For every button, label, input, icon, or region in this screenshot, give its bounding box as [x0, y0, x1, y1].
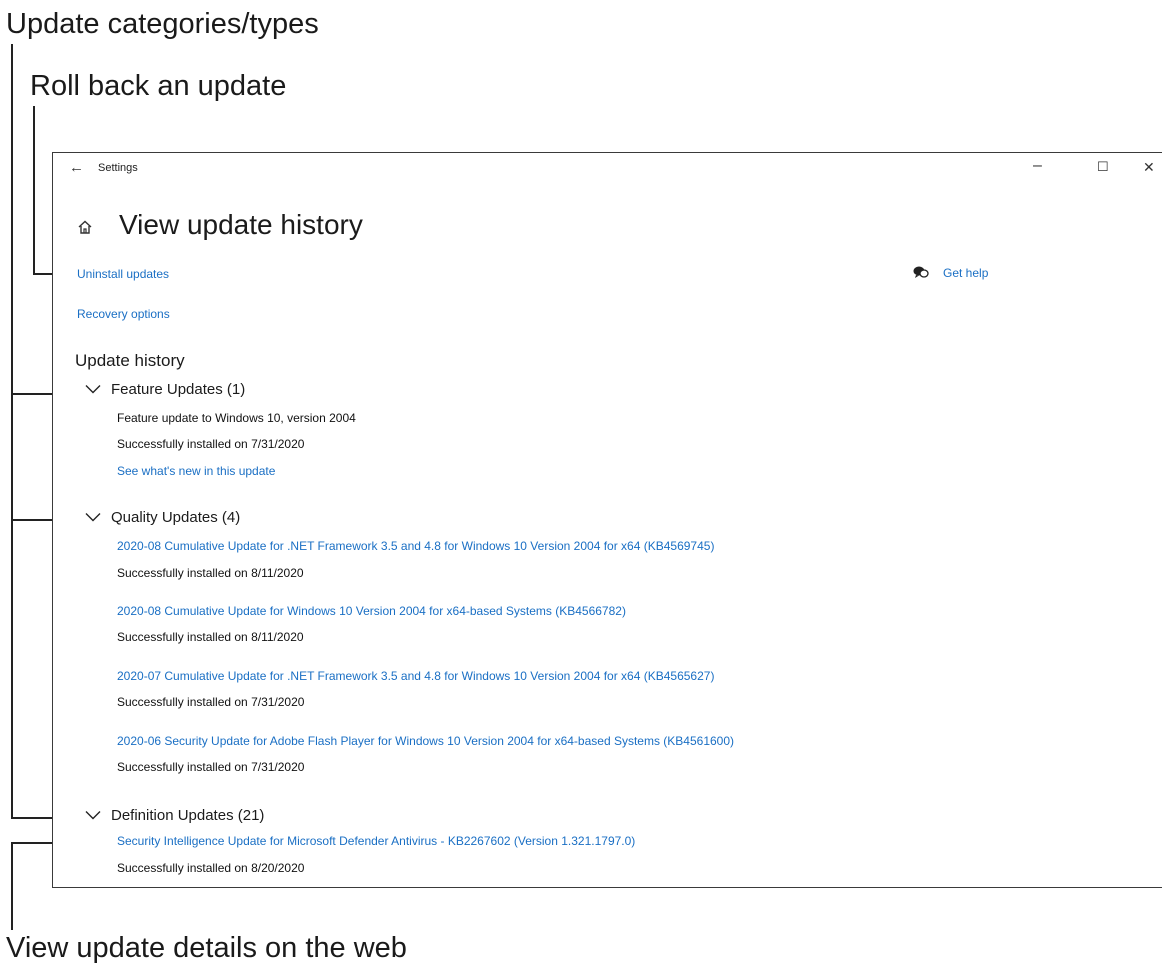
- window-title: Settings: [98, 162, 138, 174]
- quality-update-status: Successfully installed on 7/31/2020: [117, 695, 305, 709]
- minimize-button[interactable]: –: [1033, 157, 1042, 175]
- callout-line-categories-vertical: [11, 44, 13, 818]
- feature-update-status: Successfully installed on 7/31/2020: [117, 437, 305, 451]
- definition-update-status: Successfully installed on 8/20/2020: [117, 861, 305, 875]
- title-bar: ← Settings – ☐ ✕: [53, 153, 1162, 185]
- back-arrow-icon[interactable]: ←: [69, 159, 84, 176]
- maximize-button[interactable]: ☐: [1097, 159, 1109, 175]
- feature-update-name: Feature update to Windows 10, version 20…: [117, 411, 356, 425]
- callout-view-details: View update details on the web: [6, 932, 407, 964]
- close-button[interactable]: ✕: [1143, 159, 1155, 176]
- chevron-down-icon: [85, 513, 101, 522]
- callout-roll-back: Roll back an update: [30, 70, 287, 102]
- callout-line-details-vertical: [11, 842, 13, 930]
- callout-line-rollback-vertical: [33, 106, 35, 274]
- recovery-options-link[interactable]: Recovery options: [77, 307, 170, 321]
- quality-update-status: Successfully installed on 8/11/2020: [117, 630, 304, 644]
- settings-window: ← Settings – ☐ ✕ View update history Uni…: [52, 152, 1162, 888]
- category-label: Definition Updates (21): [111, 807, 265, 824]
- definition-update-link[interactable]: Security Intelligence Update for Microso…: [117, 834, 635, 848]
- quality-update-link[interactable]: 2020-08 Cumulative Update for .NET Frame…: [117, 539, 714, 553]
- chevron-down-icon: [85, 385, 101, 394]
- category-label: Quality Updates (4): [111, 509, 241, 526]
- see-whats-new-link[interactable]: See what's new in this update: [117, 464, 275, 478]
- quality-update-status: Successfully installed on 8/11/2020: [117, 566, 304, 580]
- uninstall-updates-link[interactable]: Uninstall updates: [77, 267, 169, 281]
- quality-update-status: Successfully installed on 7/31/2020: [117, 760, 305, 774]
- page-title: View update history: [119, 209, 363, 240]
- quality-update-link[interactable]: 2020-08 Cumulative Update for Windows 10…: [117, 604, 626, 618]
- chevron-down-icon: [85, 811, 101, 820]
- update-history-title: Update history: [75, 351, 185, 370]
- callout-update-categories: Update categories/types: [6, 8, 319, 40]
- quality-update-link[interactable]: 2020-07 Cumulative Update for .NET Frame…: [117, 669, 714, 683]
- get-help-link[interactable]: Get help: [943, 266, 988, 280]
- category-label: Feature Updates (1): [111, 381, 246, 398]
- quality-update-link[interactable]: 2020-06 Security Update for Adobe Flash …: [117, 734, 734, 748]
- chat-help-icon: [913, 266, 929, 278]
- home-icon: [78, 220, 92, 234]
